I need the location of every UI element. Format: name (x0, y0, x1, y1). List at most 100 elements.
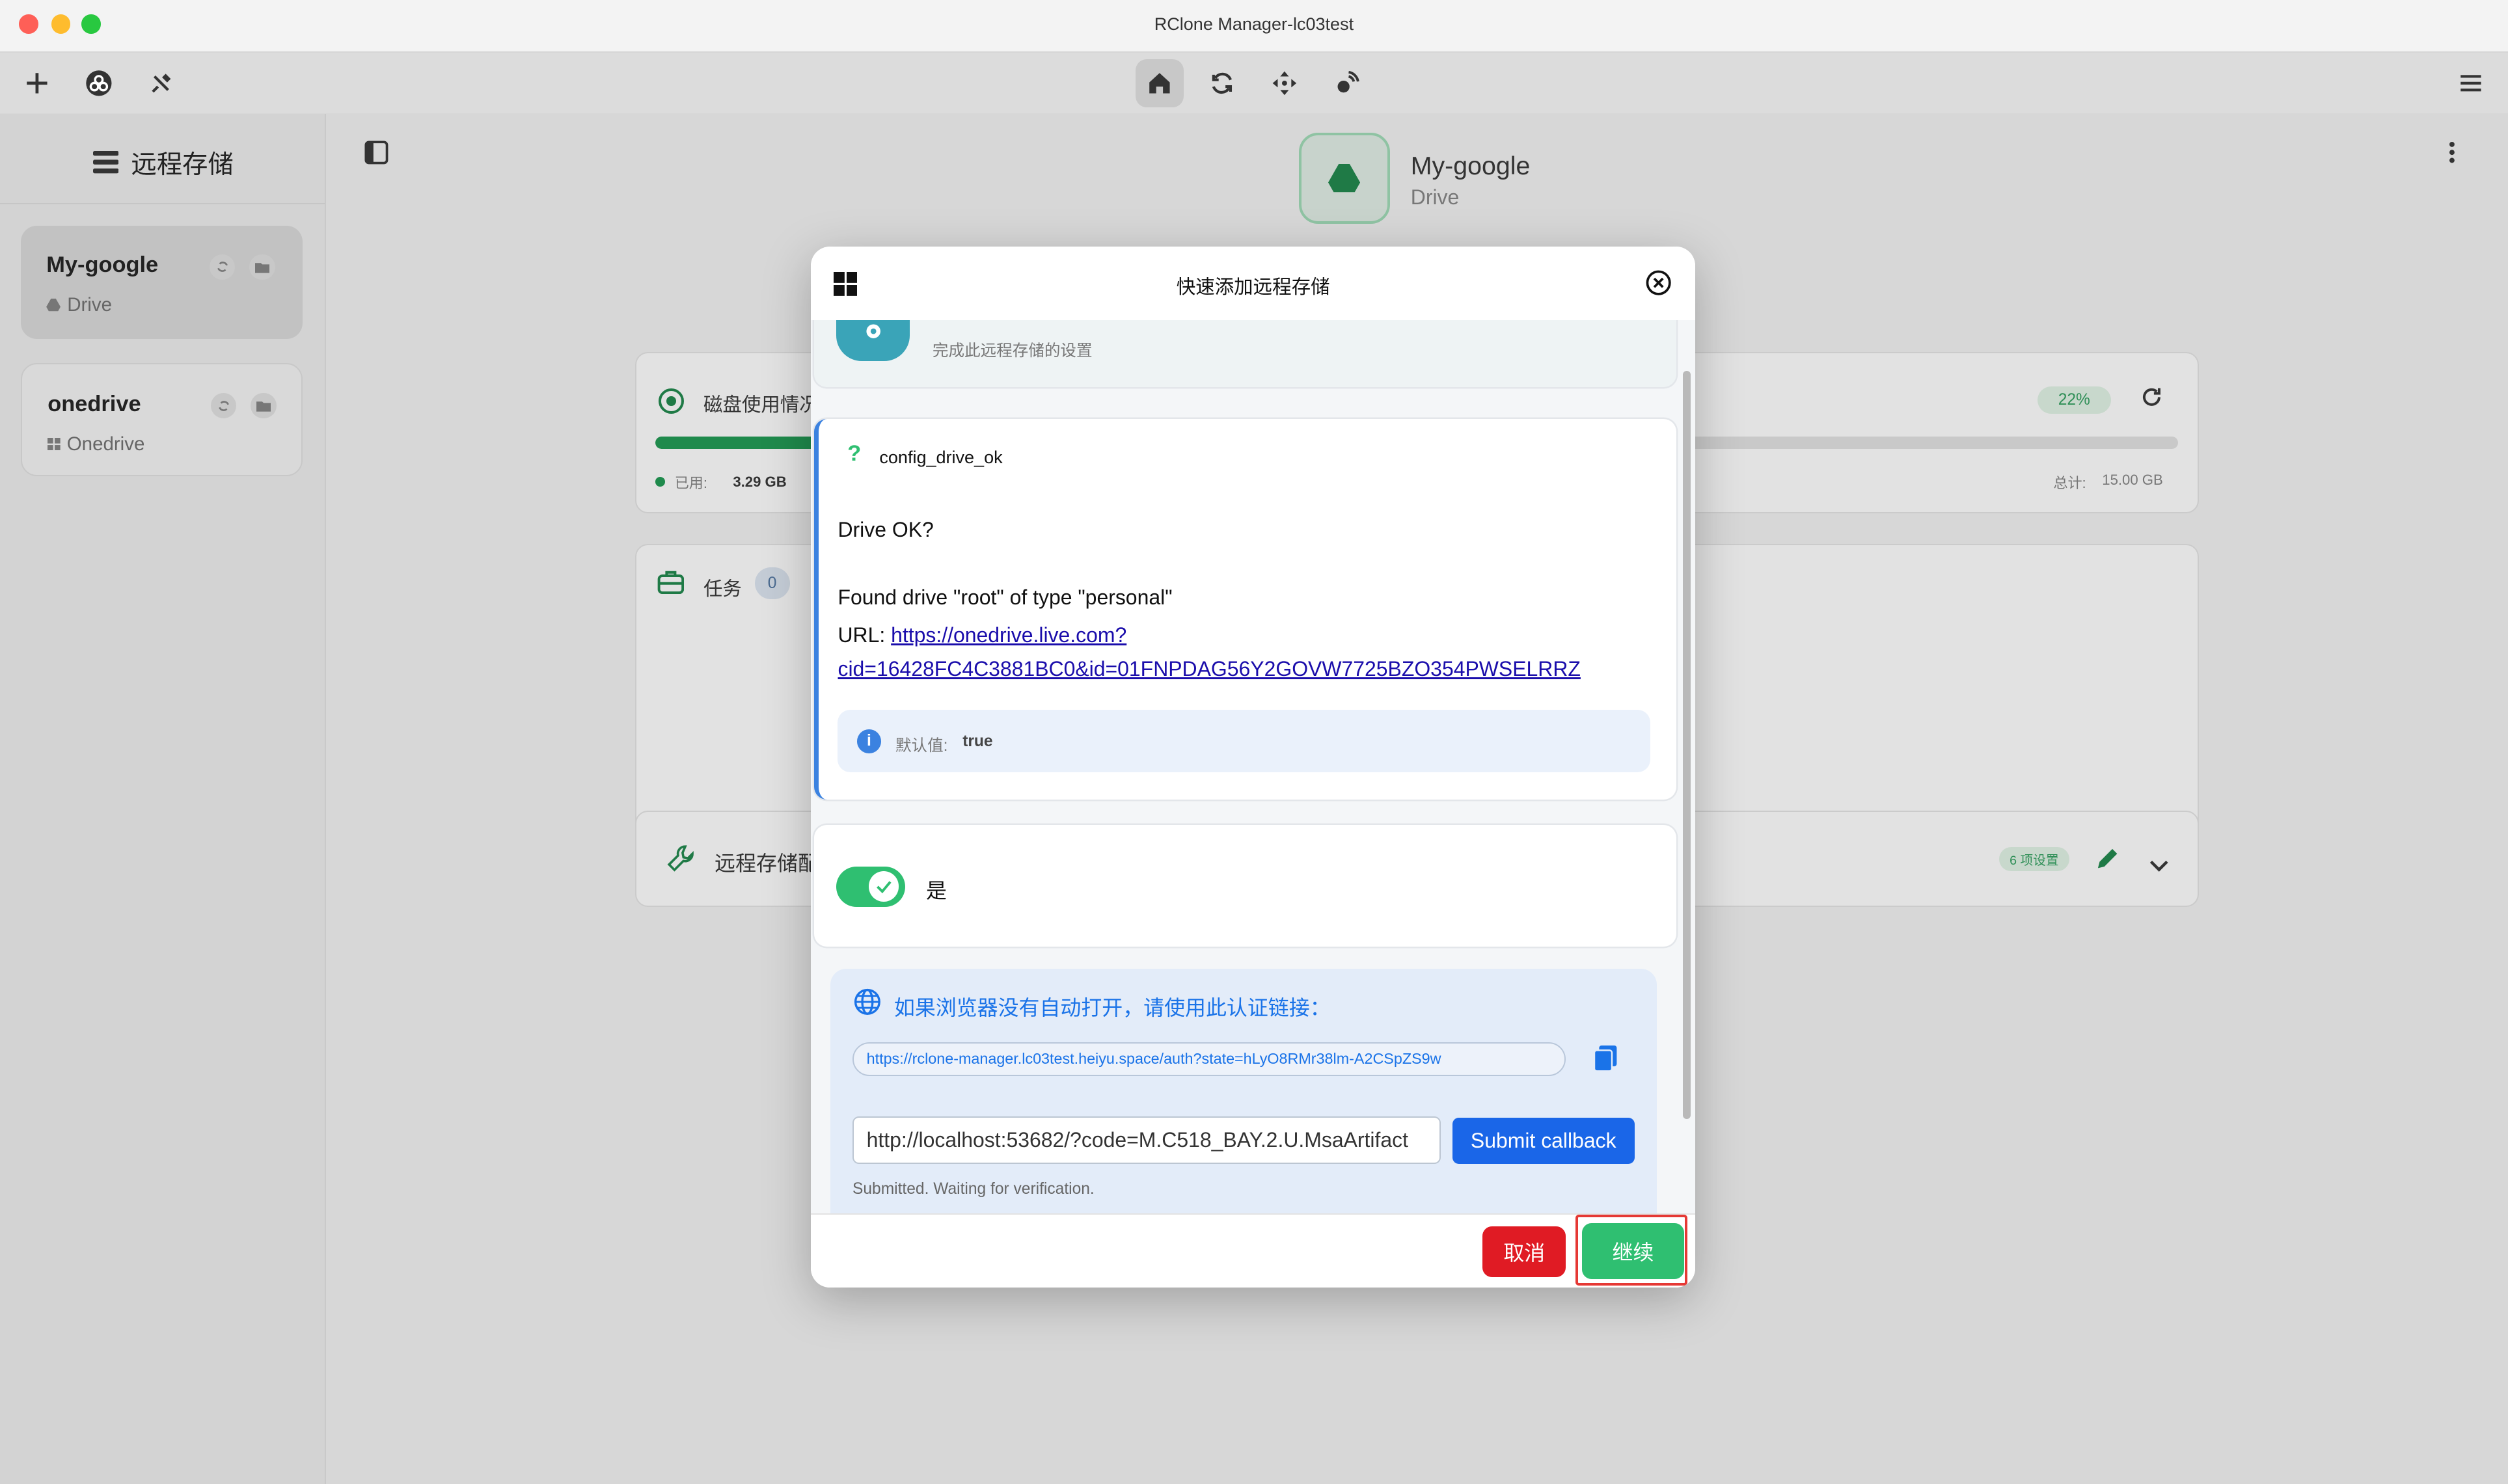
title-bar: RClone Manager-lc03test (0, 0, 2508, 53)
refresh-icon (2143, 388, 2160, 406)
plus-icon (26, 73, 48, 94)
question-line1: Drive OK? (838, 518, 934, 542)
dialog-scrollbar[interactable] (1682, 371, 1691, 1120)
add-remote-button[interactable] (13, 59, 61, 107)
question-key: config_drive_ok (879, 448, 1003, 468)
edit-config-button[interactable] (2095, 846, 2120, 878)
tasks-count-badge: 0 (754, 567, 790, 600)
default-value: true (962, 732, 993, 750)
auth-card: 如果浏览器没有自动打开，请使用此认证链接： https://rclone-man… (830, 969, 1657, 1215)
question-icon: ? (847, 441, 862, 466)
sidebar-toggle-icon (364, 141, 388, 165)
plug-off-icon (152, 74, 171, 93)
rclone-logo-icon (86, 70, 112, 96)
dialog-header: 快速添加远程存储 (811, 246, 1696, 320)
sidebar-item-my-google[interactable]: My-google Drive (20, 225, 303, 340)
default-label: 默认值: (895, 736, 948, 755)
sidebar-title: 远程存储 (131, 150, 234, 180)
url-prefix: URL: (838, 623, 892, 647)
sidebar-item-onedrive[interactable]: onedrive Onedrive (20, 362, 303, 477)
sync-icon (1212, 72, 1232, 94)
toggle-card: 是 (814, 825, 1676, 947)
close-dialog-button[interactable] (1646, 270, 1671, 296)
remote-title: My-google (1410, 152, 1531, 181)
step-subtitle: 完成此远程存储的设置 (932, 342, 1093, 360)
step-card: 完成此远程存储的设置 (814, 319, 1676, 387)
check-icon (876, 881, 892, 893)
onedrive-url-link[interactable]: https://onedrive.live.com? (891, 623, 1126, 647)
globe-icon (854, 988, 881, 1022)
auth-url-field[interactable]: https://rclone-manager.lc03test.heiyu.sp… (852, 1042, 1566, 1077)
remote-subtitle: Drive (1410, 185, 1460, 209)
expand-button[interactable] (2149, 850, 2168, 880)
dialog-footer: 取消 继续 (811, 1213, 1696, 1288)
continue-button[interactable]: 继续 (1581, 1222, 1685, 1279)
kebab-icon (2449, 141, 2455, 163)
google-drive-icon (46, 299, 61, 312)
chevron-down-icon (2149, 861, 2168, 872)
sidebar-header: 远程存储 (0, 114, 325, 205)
info-icon: i (856, 729, 881, 753)
remote-type: Onedrive (66, 433, 145, 455)
onedrive-windows-icon (48, 437, 61, 451)
total-value: 15.00 GB (2102, 471, 2163, 488)
home-tab[interactable] (1136, 59, 1184, 107)
dialog-body: 完成此远程存储的设置 ? config_drive_ok Drive OK? F… (811, 319, 1696, 1215)
disconnect-button[interactable] (137, 59, 185, 107)
submit-callback-button[interactable]: Submit callback (1452, 1117, 1635, 1165)
sync-status-icon[interactable] (209, 254, 236, 280)
toggle-sidebar-button[interactable] (364, 141, 390, 166)
confirm-toggle[interactable] (836, 867, 906, 907)
mount-tab[interactable] (1261, 59, 1309, 107)
refresh-button[interactable] (2140, 385, 2168, 414)
remote-logo (1298, 132, 1390, 224)
toggle-label: 是 (926, 879, 947, 903)
pencil-icon (2098, 848, 2118, 869)
remote-name: My-google (46, 252, 159, 278)
home-icon (1149, 73, 1170, 94)
question-line2: Found drive "root" of type "personal" (838, 585, 1173, 609)
auth-status: Submitted. Waiting for verification. (852, 1180, 1095, 1198)
copy-icon (1594, 1046, 1617, 1072)
folder-icon[interactable] (249, 254, 275, 280)
sync-status-icon[interactable] (210, 393, 237, 419)
sidebar: 远程存储 My-google Drive onedrive Onedrive (0, 113, 326, 1484)
used-label: 已用: (674, 474, 708, 491)
google-drive-icon (1328, 163, 1361, 193)
menu-button[interactable] (2447, 59, 2495, 107)
settings-count-badge: 6 项设置 (1998, 847, 2069, 872)
gear-icon (836, 319, 910, 362)
copy-url-button[interactable] (1594, 1046, 1617, 1077)
window-title: RClone Manager-lc03test (1154, 14, 1354, 34)
quick-add-remote-dialog: 快速添加远程存储 完成此远程存储的设置 ? config_drive_ok Dr… (811, 246, 1696, 1288)
cancel-button[interactable]: 取消 (1482, 1226, 1566, 1278)
auth-title: 如果浏览器没有自动打开，请使用此认证链接： (893, 995, 1331, 1019)
used-dot (655, 477, 665, 487)
wrench-icon (666, 844, 695, 879)
arrows-move-icon (1272, 71, 1296, 96)
dialog-title: 快速添加远程存储 (1176, 276, 1330, 298)
callback-url-input[interactable] (852, 1116, 1441, 1165)
total-label: 总计: (2053, 474, 2086, 491)
config-title: 远程存储配 (715, 852, 819, 876)
question-card: ? config_drive_ok Drive OK? Found drive … (814, 418, 1676, 800)
default-value-box: i 默认值: true (838, 710, 1651, 773)
toolbar (0, 53, 2508, 114)
disk-percent-badge: 22% (2037, 386, 2111, 414)
remote-name: onedrive (48, 391, 141, 416)
serve-tab[interactable] (1323, 59, 1371, 107)
tasks-title: 任务 (703, 578, 742, 600)
more-options-button[interactable] (2449, 141, 2462, 166)
hamburger-icon (2460, 75, 2481, 92)
broadcast-icon (1337, 70, 1359, 93)
sync-tab[interactable] (1198, 59, 1246, 107)
remote-type: Drive (67, 294, 112, 316)
rclone-button[interactable] (75, 59, 124, 107)
disk-icon (659, 388, 685, 414)
used-value: 3.29 GB (733, 473, 787, 490)
briefcase-icon (657, 571, 685, 601)
disk-usage-title: 磁盘使用情况 (703, 394, 819, 416)
folder-icon[interactable] (251, 393, 277, 419)
onedrive-url-link-cont[interactable]: cid=16428FC4C3881BC0&id=01FNPDAG56Y2GOVW… (838, 657, 1580, 681)
close-circle-icon (1646, 270, 1671, 296)
